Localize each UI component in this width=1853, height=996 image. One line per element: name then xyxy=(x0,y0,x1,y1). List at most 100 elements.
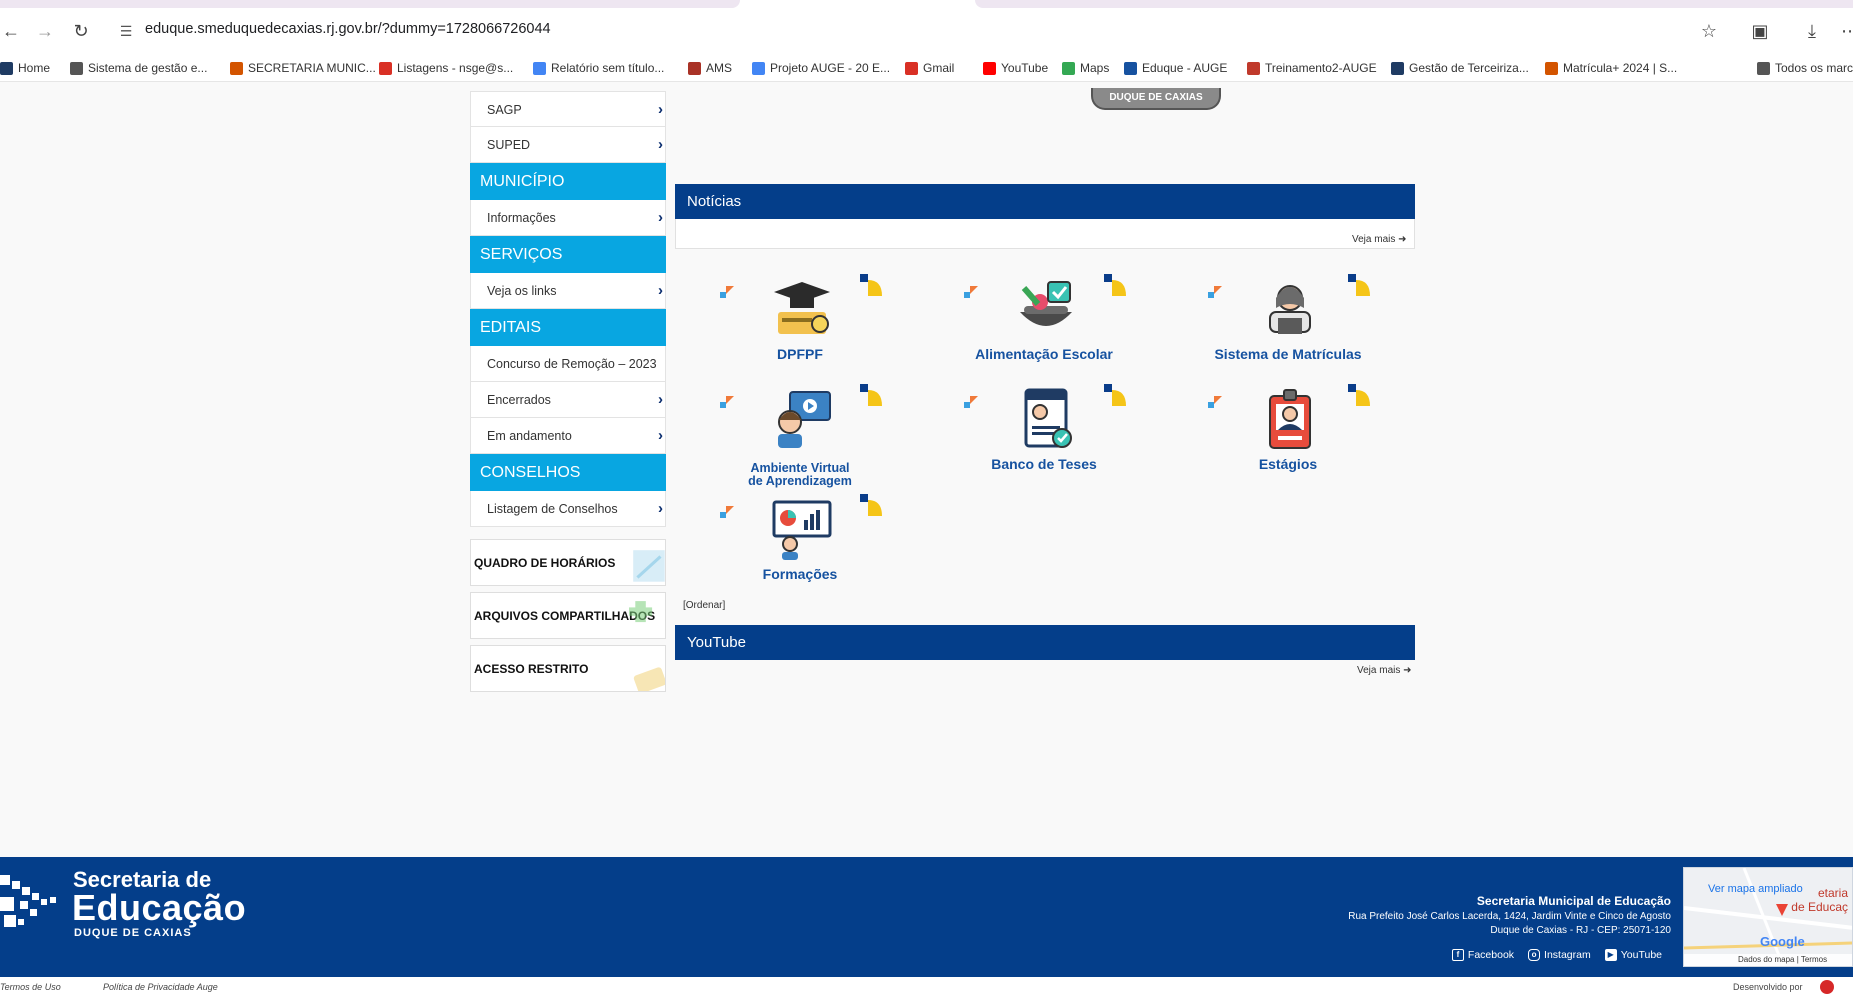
bookmark-label: Gestão de Terceiriza... xyxy=(1409,61,1529,75)
bookmark-favicon-icon xyxy=(1757,61,1770,75)
sidebar-item-em-andamento[interactable]: Em andamento › xyxy=(470,418,666,454)
link-label: Veja mais xyxy=(1352,234,1396,245)
forward-icon[interactable]: → xyxy=(34,20,56,42)
chevron-right-icon: › xyxy=(658,282,663,299)
download-icon[interactable]: ⤓ xyxy=(1800,19,1824,43)
bookmark-item[interactable]: SECRETARIA MUNIC... xyxy=(230,59,376,77)
arquivos-compartilhados-button[interactable]: ARQUIVOS COMPARTILHADOS xyxy=(470,592,666,639)
decor-shape-icon xyxy=(720,396,734,410)
service-tile[interactable]: DPFPF xyxy=(700,272,900,372)
bookmark-item[interactable]: Relatório sem título... xyxy=(533,59,664,77)
map-credit: Dados do mapa | Termos xyxy=(1684,954,1852,966)
bookmark-label: YouTube xyxy=(1001,61,1049,75)
service-tile[interactable]: Alimentação Escolar xyxy=(944,272,1144,372)
footer-logo-line2: Educação xyxy=(72,887,247,928)
sidebar-item-concurso-remocao[interactable]: Concurso de Remoção – 2023 xyxy=(470,346,666,382)
decor-shape-icon xyxy=(1348,384,1370,406)
bookmark-item[interactable]: AMS xyxy=(688,59,732,77)
footer-map[interactable]: Ver mapa ampliado etaria de Educaç Google… xyxy=(1683,867,1853,967)
bookmark-item[interactable]: Sistema de gestão e... xyxy=(70,59,207,77)
decor-shape-icon xyxy=(1208,286,1222,300)
bookmark-item[interactable]: Maps xyxy=(1062,59,1109,77)
menu-icon[interactable]: ⋯ xyxy=(1838,19,1853,43)
bookmark-item[interactable]: Eduque - AUGE xyxy=(1124,59,1227,77)
termos-uso-link[interactable]: Termos de Uso xyxy=(0,982,61,992)
bookmark-label: Home xyxy=(18,61,51,75)
bookmark-favicon-icon xyxy=(1391,61,1404,75)
decor-shape-icon xyxy=(720,286,734,300)
bookmark-favicon-icon xyxy=(688,61,701,75)
decor-shape-icon xyxy=(1208,396,1222,410)
sidebar-heading-servicos: SERVIÇOS xyxy=(470,236,666,273)
youtube-icon: ▶ xyxy=(1604,949,1617,961)
news-veja-mais-link[interactable]: Veja mais ➜ xyxy=(1352,234,1407,245)
acesso-restrito-button[interactable]: ACESSO RESTRITO xyxy=(470,645,666,692)
browser-tab[interactable] xyxy=(975,0,1853,8)
decor-shape-icon xyxy=(860,494,882,516)
service-tile[interactable]: Banco de Teses xyxy=(944,382,1144,482)
sidebar-item-sagp[interactable]: SAGP › xyxy=(470,91,666,127)
bookmark-label: Sistema de gestão e... xyxy=(88,61,208,75)
chevron-right-icon: › xyxy=(658,209,663,226)
section-title: Notícias xyxy=(687,193,742,210)
facebook-link[interactable]: f Facebook xyxy=(1451,949,1514,961)
reload-icon[interactable]: ↻ xyxy=(70,20,92,42)
youtube-veja-mais-link[interactable]: Veja mais ➜ xyxy=(1357,665,1412,676)
section-title: YouTube xyxy=(687,634,746,651)
tile-label: DPFPF xyxy=(777,346,823,362)
service-tile[interactable]: Formações xyxy=(700,492,900,592)
bookmark-favicon-icon xyxy=(0,61,13,75)
bookmark-item[interactable]: Matrícula+ 2024 | S... xyxy=(1545,59,1677,77)
footer-org-name: Secretaria Municipal de Educação xyxy=(1476,894,1671,908)
browser-tab[interactable] xyxy=(0,0,740,8)
quadro-horarios-button[interactable]: QUADRO DE HORÁRIOS xyxy=(470,539,666,586)
ordenar-link[interactable]: [Ordenar] xyxy=(683,600,725,611)
bookmark-star-icon[interactable]: ☆ xyxy=(1697,19,1721,43)
bookmark-item[interactable]: Treinamento2-AUGE xyxy=(1247,59,1377,77)
bookmark-label: SECRETARIA MUNIC... xyxy=(248,61,376,75)
sidebar-item-listagem-conselhos[interactable]: Listagem de Conselhos › xyxy=(470,491,666,527)
sidebar-item-encerrados[interactable]: Encerrados › xyxy=(470,382,666,418)
bookmark-item[interactable]: Projeto AUGE - 20 E... xyxy=(752,59,890,77)
youtube-section-header: YouTube xyxy=(675,625,1415,660)
sidebar-item-label: Concurso de Remoção – 2023 xyxy=(487,357,657,371)
bookmark-item[interactable]: Gestão de Terceiriza... xyxy=(1391,59,1529,77)
sidebar-item-suped[interactable]: SUPED › xyxy=(470,127,666,163)
ver-mapa-ampliado-link[interactable]: Ver mapa ampliado xyxy=(1708,883,1803,895)
extensions-icon[interactable]: ▣ xyxy=(1748,19,1772,43)
bookmark-label: Eduque - AUGE xyxy=(1142,61,1228,75)
decor-shape-icon xyxy=(1104,274,1126,296)
header-logo-tab: DUQUE DE CAXIAS xyxy=(1091,88,1221,110)
sidebar-item-informacoes[interactable]: Informações › xyxy=(470,200,666,236)
bookmark-item[interactable]: Listagens - nsge@s... xyxy=(379,59,513,77)
document-check-icon xyxy=(1024,388,1072,448)
service-tile[interactable]: Sistema de Matrículas xyxy=(1188,272,1388,372)
chevron-right-icon: › xyxy=(658,101,663,118)
box-label: ARQUIVOS COMPARTILHADOS xyxy=(474,609,656,623)
service-tile[interactable]: Ambiente Virtual de Aprendizagem xyxy=(700,382,900,488)
bookmark-label: Matrícula+ 2024 | S... xyxy=(1563,61,1678,75)
youtube-link[interactable]: ▶ YouTube xyxy=(1604,949,1662,961)
chevron-right-icon: › xyxy=(658,136,663,153)
back-icon[interactable]: ← xyxy=(0,20,22,42)
footer-social-links: f Facebook o Instagram ▶ YouTube xyxy=(1451,949,1662,961)
service-tile[interactable]: Estágios xyxy=(1188,382,1388,482)
bookmark-item[interactable]: YouTube xyxy=(983,59,1048,77)
chevron-right-icon: › xyxy=(658,391,663,408)
map-place-label: etaria de Educaç xyxy=(1791,886,1848,914)
sidebar-item-veja-links[interactable]: Veja os links › xyxy=(470,273,666,309)
bookmark-favicon-icon xyxy=(752,61,765,75)
privacidade-link[interactable]: Política de Privacidade Auge xyxy=(103,982,218,992)
news-section-header: Notícias xyxy=(675,184,1415,219)
bookmark-item[interactable]: Todos os marc xyxy=(1757,59,1853,77)
bookmark-label: AMS xyxy=(706,61,733,75)
footer: Secretaria de Educação DUQUE DE CAXIAS S… xyxy=(0,857,1853,977)
sidebar-item-label: SUPED xyxy=(487,138,531,152)
address-bar[interactable]: eduque.smeduquedecaxias.rj.gov.br/?dummy… xyxy=(145,21,551,37)
instagram-link[interactable]: o Instagram xyxy=(1528,949,1591,961)
site-info-icon[interactable]: ☰ xyxy=(115,20,137,42)
tile-label: Formações xyxy=(762,566,838,582)
bookmark-item[interactable]: Home xyxy=(0,59,50,77)
bookmark-item[interactable]: Gmail xyxy=(905,59,954,77)
footer-logo-line3: DUQUE DE CAXIAS xyxy=(74,927,192,939)
